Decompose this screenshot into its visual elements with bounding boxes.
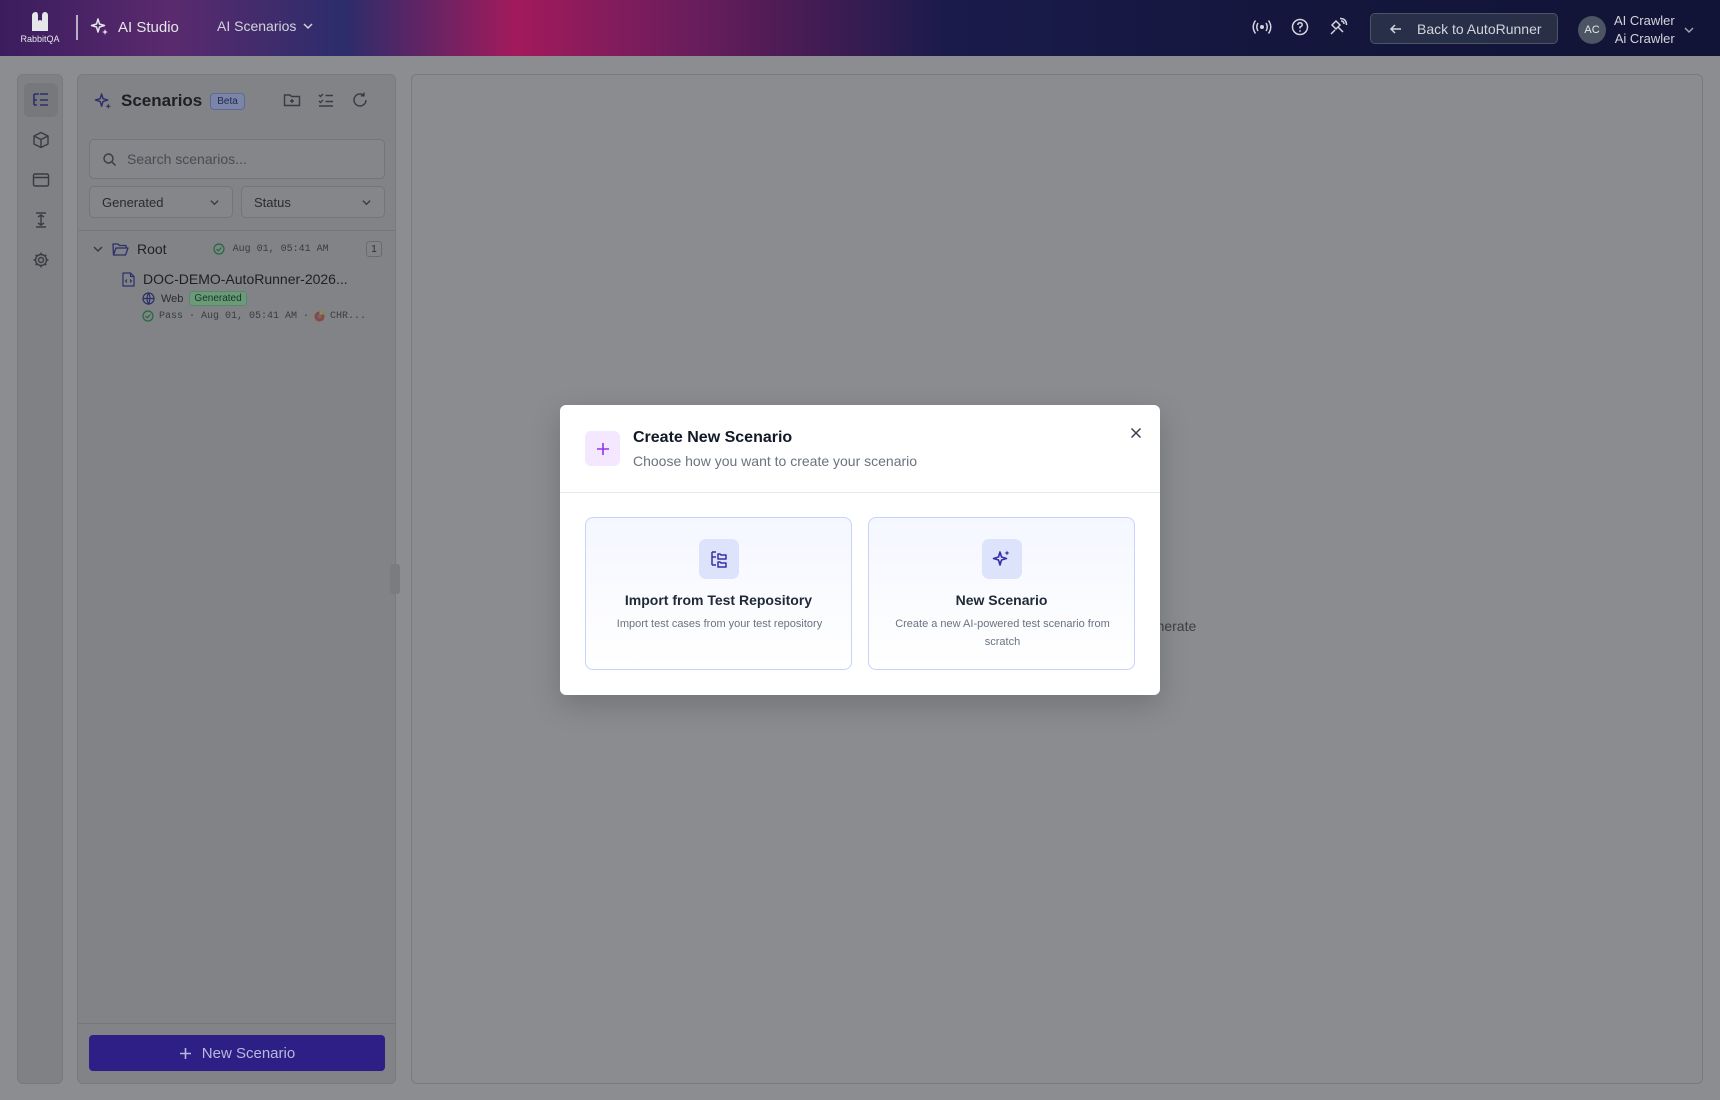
- option-description: Import test cases from your test reposit…: [616, 618, 823, 630]
- root-label: Root: [137, 241, 167, 257]
- list-tree-icon: [33, 93, 48, 106]
- beta-badge: Beta: [210, 92, 245, 110]
- sparkle-icon: [90, 18, 108, 35]
- rabbitqa-logo[interactable]: RabbitQA: [18, 10, 62, 46]
- modal-subtitle: Choose how you want to create your scena…: [633, 453, 918, 469]
- chevron-down-icon: [303, 23, 313, 30]
- header-icon-group: [1252, 17, 1348, 37]
- list-item[interactable]: DOC-DEMO-AutoRunner-2026... Web Generate…: [122, 271, 382, 322]
- modal-header: Create New Scenario Choose how you want …: [560, 405, 1160, 493]
- refresh-icon[interactable]: [351, 91, 369, 114]
- rail-packages[interactable]: [24, 123, 58, 157]
- back-button-label: Back to AutoRunner: [1417, 20, 1542, 37]
- chevron-down-icon: [1684, 27, 1694, 34]
- modal-title: Create New Scenario: [633, 429, 793, 446]
- scenarios-panel: Scenarios Beta Generated Status Root Aug…: [77, 74, 396, 1084]
- satellite-icon[interactable]: [1328, 17, 1348, 37]
- option-icon: [982, 539, 1022, 579]
- avatar: AC: [1578, 16, 1606, 44]
- browser-label: CHR...: [330, 310, 367, 322]
- panel-title: Scenarios: [121, 91, 203, 110]
- scenario-name: DOC-DEMO-AutoRunner-2026...: [143, 271, 348, 287]
- rabbit-logo-icon: [32, 12, 48, 31]
- panel-toolbar: [283, 91, 369, 114]
- chevron-down-icon[interactable]: [92, 243, 104, 255]
- option-title: New Scenario: [955, 592, 1048, 608]
- rail-browser[interactable]: [24, 163, 58, 197]
- user-name-block: AI Crawler Ai Crawler: [1614, 12, 1675, 48]
- import-from-repository-option[interactable]: Import from Test Repository Import test …: [585, 517, 852, 670]
- status-filter-select[interactable]: Status: [241, 186, 385, 218]
- create-scenario-modal: Create New Scenario Choose how you want …: [560, 405, 1160, 695]
- back-to-autorunner-button[interactable]: Back to AutoRunner: [1370, 13, 1558, 44]
- help-icon[interactable]: [1290, 17, 1310, 37]
- platform-label: Web: [161, 292, 184, 305]
- search-input[interactable]: [127, 151, 367, 167]
- check-circle-icon: [142, 310, 154, 322]
- close-icon: [1130, 427, 1142, 439]
- generated-badge: Generated: [189, 291, 247, 306]
- tree-root-folder[interactable]: Root Aug 01, 05:41 AM 1: [92, 238, 382, 260]
- divider: [78, 1023, 395, 1024]
- root-count-badge: 1: [366, 241, 382, 257]
- user-menu[interactable]: AC AI Crawler Ai Crawler: [1578, 12, 1695, 48]
- arrow-left-icon: [1389, 23, 1401, 34]
- user-role: Ai Crawler: [1614, 31, 1675, 46]
- logo-text: RabbitQA: [20, 34, 60, 44]
- left-nav-rail: [17, 74, 63, 1084]
- chevron-down-icon: [362, 199, 371, 205]
- ai-scenarios-label: AI Scenarios: [217, 18, 297, 34]
- divider: [78, 230, 395, 231]
- gear-icon: [33, 252, 49, 268]
- plus-icon: [179, 1047, 191, 1059]
- globe-icon: [142, 292, 155, 305]
- sparkle-icon: [992, 550, 1010, 566]
- run-meta: Pass · Aug 01, 05:41 AM ·: [159, 310, 310, 322]
- new-folder-icon[interactable]: [283, 91, 301, 114]
- folder-open-icon: [112, 242, 129, 256]
- root-timestamp: Aug 01, 05:41 AM: [232, 243, 329, 255]
- folder-tree-icon: [711, 551, 727, 568]
- ai-studio-label: AI Studio: [118, 18, 179, 36]
- option-title: Import from Test Repository: [624, 592, 813, 608]
- search-box: [89, 139, 385, 179]
- box-icon: [33, 131, 49, 149]
- chrome-icon: [314, 310, 325, 322]
- new-scenario-option[interactable]: New Scenario Create a new AI-powered tes…: [868, 517, 1135, 670]
- rail-align[interactable]: [24, 203, 58, 237]
- type-filter-value: Generated: [102, 194, 164, 210]
- ai-scenarios-dropdown[interactable]: AI Scenarios: [217, 18, 314, 34]
- option-description: Create a new AI-powered test scenario fr…: [895, 618, 1110, 648]
- search-icon: [103, 152, 116, 166]
- panel-header: Scenarios Beta: [94, 91, 245, 111]
- align-vertical-icon: [36, 212, 46, 228]
- browser-window-icon: [32, 173, 50, 187]
- chevron-down-icon: [210, 199, 219, 205]
- status-filter-value: Status: [254, 194, 291, 210]
- header-divider: [76, 15, 78, 40]
- rail-settings[interactable]: [24, 243, 58, 277]
- top-bar: RabbitQA AI Studio AI Scenarios Back to …: [0, 0, 1720, 56]
- file-code-icon: [122, 271, 135, 287]
- broadcast-icon[interactable]: [1252, 17, 1272, 37]
- checklist-icon[interactable]: [317, 91, 335, 114]
- check-circle-icon: [212, 243, 225, 255]
- close-button[interactable]: [1126, 423, 1146, 443]
- new-scenario-label: New Scenario: [201, 1044, 296, 1062]
- new-scenario-button[interactable]: New Scenario: [89, 1035, 385, 1071]
- ai-studio-link[interactable]: AI Studio: [90, 17, 179, 37]
- modal-icon: [585, 431, 620, 466]
- panel-resize-handle[interactable]: [390, 564, 400, 594]
- sparkle-icon: [94, 92, 112, 109]
- option-icon: [699, 539, 739, 579]
- rail-scenarios-tree[interactable]: [24, 83, 58, 117]
- plus-icon: [596, 442, 609, 455]
- user-name: AI Crawler: [1614, 13, 1675, 28]
- type-filter-select[interactable]: Generated: [89, 186, 233, 218]
